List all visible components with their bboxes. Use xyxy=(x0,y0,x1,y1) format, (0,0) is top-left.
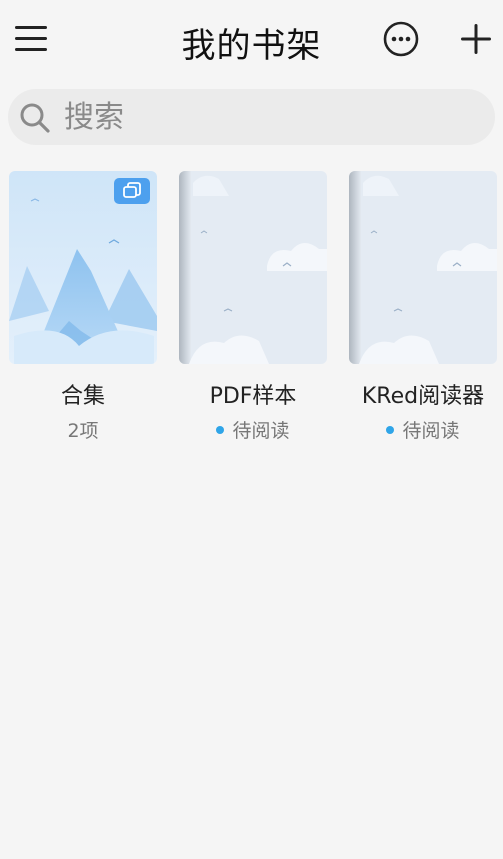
collection-badge xyxy=(114,178,150,204)
collection-icon xyxy=(123,182,141,198)
more-button[interactable] xyxy=(381,19,421,59)
unread-dot xyxy=(386,425,395,434)
book-title: KRed阅读器 xyxy=(361,384,485,409)
book-item-kred-reader[interactable]: KRed阅读器 待阅读 xyxy=(349,171,497,446)
search-icon xyxy=(20,103,50,133)
add-button[interactable] xyxy=(456,19,496,59)
unread-dot xyxy=(216,425,225,434)
book-status: 待阅读 xyxy=(329,416,503,443)
status-label: 待阅读 xyxy=(232,420,290,442)
book-title: PDF样本 xyxy=(209,384,297,409)
top-bar: 我的书架 xyxy=(0,0,503,80)
book-item-pdf-sample[interactable]: PDF样本 待阅读 xyxy=(179,171,327,446)
book-cover-image xyxy=(179,171,327,364)
search-input[interactable] xyxy=(64,97,464,137)
book-status: 待阅读 xyxy=(159,416,347,443)
bookshelf-screen: 我的书架 搜索 合集 2项 PDF样本 待阅读 KRed阅读器 待阅读 xyxy=(0,0,503,859)
book-title: 合集 xyxy=(60,384,105,409)
book-cover[interactable] xyxy=(349,171,497,364)
book-cover[interactable] xyxy=(179,171,327,364)
book-item-collection[interactable]: 合集 2项 xyxy=(9,171,157,446)
more-icon xyxy=(383,21,419,57)
book-cover[interactable] xyxy=(9,171,157,364)
status-label: 待阅读 xyxy=(402,420,460,442)
page-title: 我的书架 xyxy=(181,26,322,66)
book-cover-image xyxy=(349,171,497,364)
plus-icon xyxy=(461,24,491,54)
book-count: 2项 xyxy=(67,420,99,442)
search-bar[interactable] xyxy=(8,89,495,145)
